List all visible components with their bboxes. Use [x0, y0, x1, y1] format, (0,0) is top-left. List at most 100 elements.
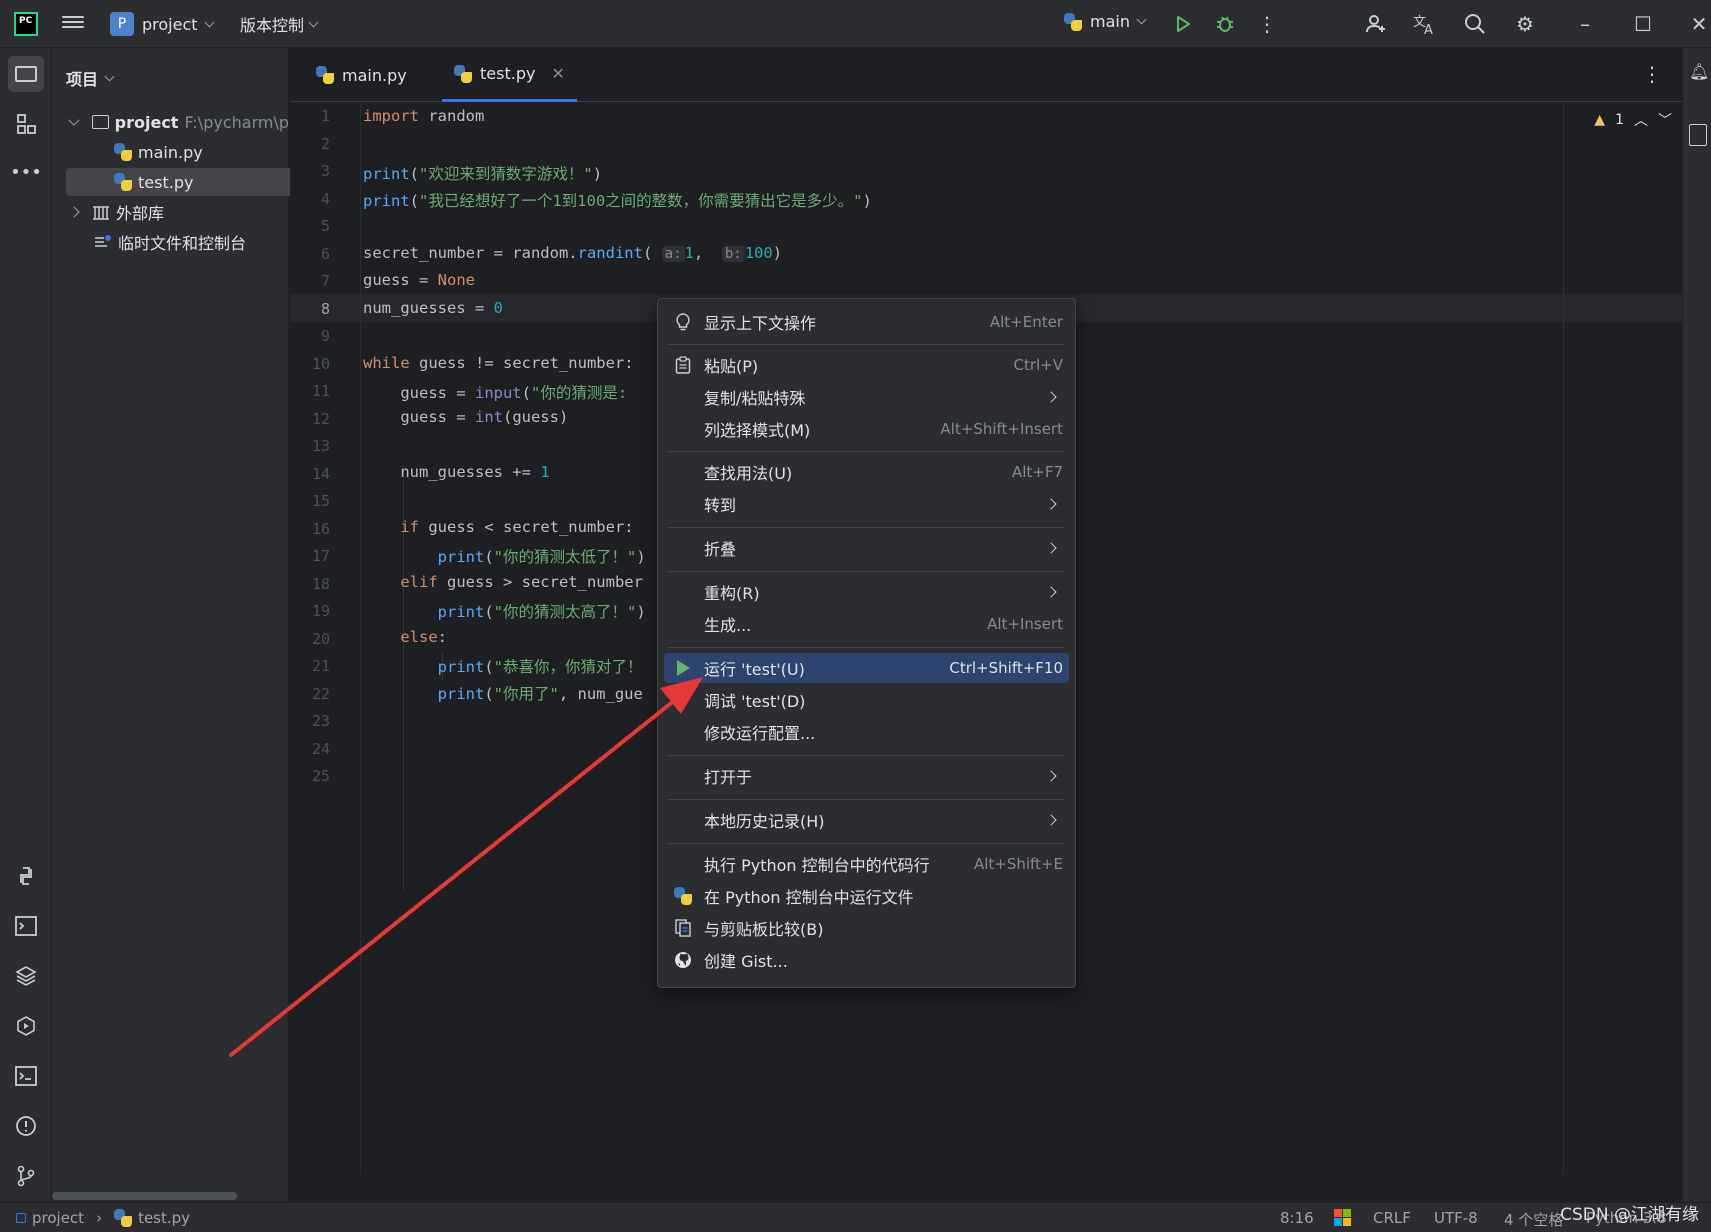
- chevron-down-icon: [204, 17, 214, 27]
- line-number[interactable]: 7: [290, 272, 330, 290]
- prev-highlight-icon[interactable]: ︿: [1634, 110, 1648, 130]
- line-number[interactable]: 24: [290, 740, 330, 758]
- library-icon: [93, 206, 109, 220]
- line-number[interactable]: 15: [290, 492, 330, 510]
- layers-button[interactable]: [8, 958, 44, 994]
- tab-main-py[interactable]: main.py: [304, 48, 419, 102]
- project-panel-header[interactable]: 项目: [66, 66, 115, 90]
- tab-test-py[interactable]: test.py ✕: [442, 48, 577, 102]
- maximize-icon[interactable]: ☐: [1630, 11, 1656, 37]
- menu-item-generate[interactable]: 生成... Alt+Insert: [664, 609, 1069, 639]
- close-icon[interactable]: ✕: [1686, 11, 1711, 37]
- menu-item-create-gist[interactable]: 创建 Gist...: [664, 945, 1069, 975]
- tab-close-icon[interactable]: ✕: [551, 64, 564, 83]
- settings-gear-icon[interactable]: ⚙: [1512, 11, 1538, 37]
- line-number[interactable]: 10: [290, 355, 330, 373]
- tree-item-external-libraries[interactable]: 外部库: [68, 198, 164, 226]
- tree-item-test-py[interactable]: test.py: [66, 168, 326, 196]
- debug-button[interactable]: [1212, 11, 1238, 37]
- horizontal-scrollbar[interactable]: [52, 1192, 237, 1200]
- run-button[interactable]: [1170, 11, 1196, 37]
- git-button[interactable]: [8, 1158, 44, 1194]
- line-number[interactable]: 12: [290, 410, 330, 428]
- project-switcher[interactable]: P project: [110, 10, 214, 38]
- param-hint: b:: [721, 246, 745, 262]
- more-tools-icon[interactable]: •••: [8, 154, 44, 190]
- line-number[interactable]: 5: [290, 217, 330, 235]
- menu-item-context-actions[interactable]: 显示上下文操作 Alt+Enter: [664, 307, 1069, 337]
- run-config-selector[interactable]: main: [1064, 12, 1147, 31]
- line-separator[interactable]: CRLF: [1373, 1209, 1411, 1227]
- problems-button[interactable]: [8, 1108, 44, 1144]
- menu-item-run-file-in-console[interactable]: 在 Python 控制台中运行文件: [664, 881, 1069, 911]
- menu-item-modify-run-config[interactable]: 修改运行配置...: [664, 717, 1069, 747]
- line-number[interactable]: 14: [290, 465, 330, 483]
- tree-item-scratches[interactable]: 临时文件和控制台: [94, 228, 246, 256]
- project-name: project: [142, 14, 198, 34]
- file-encoding[interactable]: UTF-8: [1434, 1209, 1478, 1227]
- line-number[interactable]: 9: [290, 327, 330, 345]
- add-user-icon[interactable]: [1363, 11, 1389, 37]
- python-console-button[interactable]: [8, 908, 44, 944]
- menu-item-open-in[interactable]: 打开于: [664, 761, 1069, 791]
- line-number[interactable]: 11: [290, 382, 330, 400]
- line-number[interactable]: 1: [290, 107, 330, 125]
- menu-separator: [668, 344, 1065, 345]
- ai-assistant-icon[interactable]: [1689, 124, 1707, 146]
- line-number[interactable]: 17: [290, 547, 330, 565]
- translate-icon[interactable]: 文A: [1412, 11, 1438, 37]
- line-number[interactable]: 20: [290, 630, 330, 648]
- line-number[interactable]: 25: [290, 767, 330, 785]
- python-file-icon: [454, 64, 472, 83]
- menu-item-debug-test[interactable]: 调试 'test'(D): [664, 685, 1069, 715]
- tree-item-main-py[interactable]: main.py: [114, 138, 203, 166]
- line-number[interactable]: 18: [290, 575, 330, 593]
- next-highlight-icon[interactable]: ﹀: [1658, 110, 1672, 130]
- minimize-icon[interactable]: –: [1572, 11, 1598, 37]
- line-number[interactable]: 13: [290, 437, 330, 455]
- structure-tool-button[interactable]: [8, 106, 44, 142]
- menu-item-copy-paste-special[interactable]: 复制/粘贴特殊: [664, 382, 1069, 412]
- line-number[interactable]: 19: [290, 602, 330, 620]
- line-number[interactable]: 23: [290, 712, 330, 730]
- vcs-menu[interactable]: 版本控制: [240, 12, 319, 36]
- line-number[interactable]: 4: [290, 190, 330, 208]
- menu-item-local-history[interactable]: 本地历史记录(H): [664, 805, 1069, 835]
- menu-item-execute-line-in-console[interactable]: 执行 Python 控制台中的代码行 Alt+Shift+E: [664, 849, 1069, 879]
- editor-tab-bar: main.py test.py ✕ ⋮: [290, 48, 1682, 102]
- notifications-icon[interactable]: 🔔︎: [1689, 62, 1709, 81]
- line-number[interactable]: 8: [290, 300, 330, 318]
- breadcrumb-file[interactable]: test.py: [138, 1209, 190, 1227]
- services-button[interactable]: [8, 1008, 44, 1044]
- caret-position[interactable]: 8:16: [1280, 1209, 1314, 1227]
- menu-item-paste[interactable]: 粘贴(P) Ctrl+V: [664, 350, 1069, 380]
- menu-item-compare-clipboard[interactable]: 与剪贴板比较(B): [664, 913, 1069, 943]
- tree-root-project[interactable]: project F:\pycharm\p: [68, 108, 289, 136]
- project-tool-button[interactable]: [8, 56, 44, 92]
- python-packages-button[interactable]: [8, 858, 44, 894]
- line-number[interactable]: 3: [290, 162, 330, 180]
- inspection-widget[interactable]: ▲ 1 ︿ ﹀: [1594, 110, 1672, 130]
- line-number[interactable]: 16: [290, 520, 330, 538]
- menu-item-refactor[interactable]: 重构(R): [664, 577, 1069, 607]
- terminal-button[interactable]: [8, 1058, 44, 1094]
- menu-item-run-test[interactable]: 运行 'test'(U) Ctrl+Shift+F10: [664, 653, 1069, 683]
- line-number[interactable]: 2: [290, 135, 330, 153]
- menu-item-folding[interactable]: 折叠: [664, 533, 1069, 563]
- more-actions-icon[interactable]: ⋮: [1254, 11, 1280, 37]
- github-icon: [674, 951, 692, 969]
- module-icon: [16, 1213, 26, 1223]
- search-icon[interactable]: [1462, 11, 1488, 37]
- breadcrumb-project[interactable]: project: [32, 1209, 84, 1227]
- menu-item-goto[interactable]: 转到: [664, 489, 1069, 519]
- tabs-more-icon[interactable]: ⋮: [1642, 62, 1662, 86]
- line-number[interactable]: 6: [290, 245, 330, 263]
- file-name: test.py: [138, 172, 194, 192]
- main-menu-icon[interactable]: [62, 13, 84, 33]
- line-number[interactable]: 21: [290, 657, 330, 675]
- menu-item-find-usages[interactable]: 查找用法(U) Alt+F7: [664, 457, 1069, 487]
- menu-item-column-selection[interactable]: 列选择模式(M) Alt+Shift+Insert: [664, 414, 1069, 444]
- indent-setting[interactable]: 4 个空格: [1504, 1209, 1563, 1230]
- code-line-12: guess = int(guess): [363, 408, 569, 426]
- line-number[interactable]: 22: [290, 685, 330, 703]
